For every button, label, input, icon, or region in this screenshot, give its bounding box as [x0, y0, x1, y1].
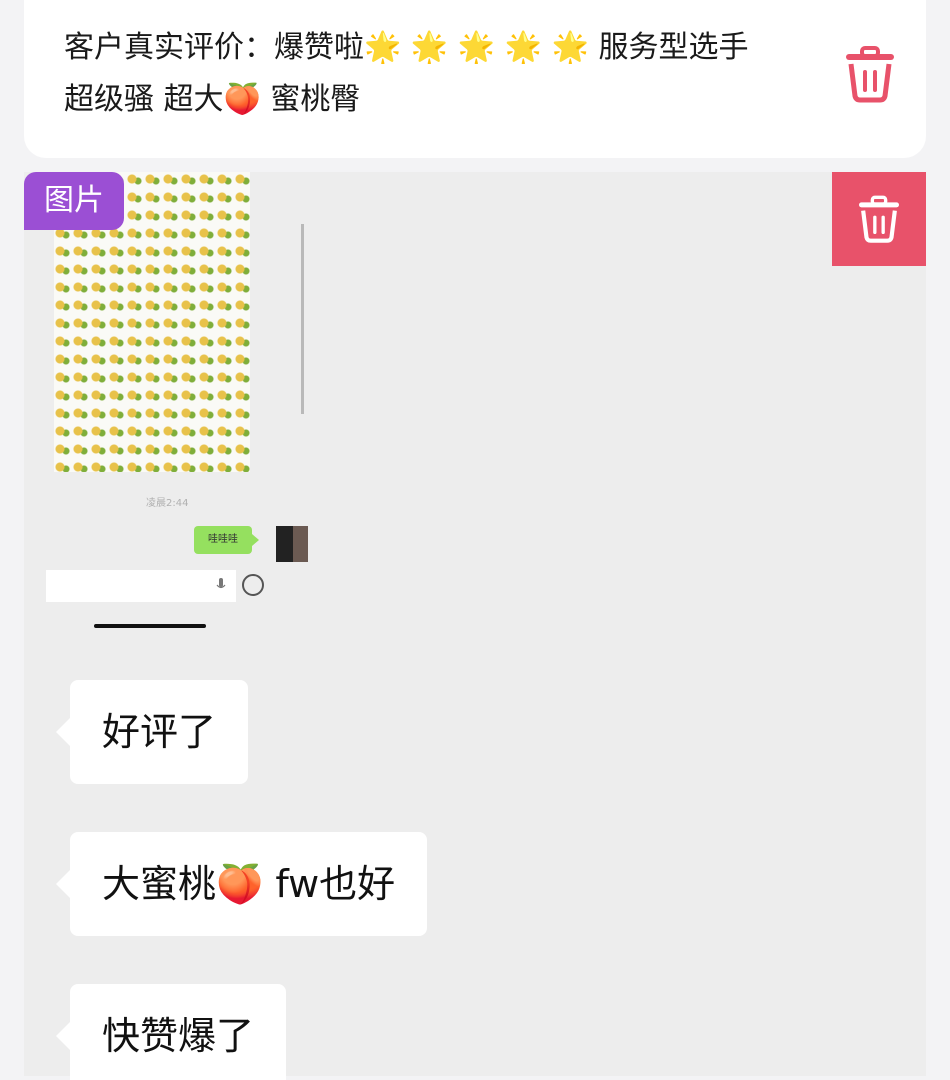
image-badge: 图片 — [24, 172, 124, 230]
message-bubble: 大蜜桃🍑 fw也好 — [55, 832, 428, 936]
review-card: 客户真实评价：爆赞啦🌟 🌟 🌟 🌟 🌟 服务型选手 超级骚 超大🍑 蜜桃臀 — [24, 0, 926, 158]
sent-bubble-tail — [252, 534, 259, 546]
message-time: 凌晨2:44 — [146, 498, 189, 509]
delete-image-button[interactable] — [832, 172, 926, 266]
trash-icon — [846, 46, 894, 103]
home-indicator — [94, 624, 206, 628]
message-bubble: 快赞爆了 — [55, 984, 287, 1080]
message-bubble: 好评了 — [55, 680, 249, 784]
smile-icon — [242, 574, 264, 596]
delete-text-button[interactable] — [840, 44, 900, 104]
image-attachment[interactable]: 凌晨2:44 哇哇哇 图片 好评了 大蜜桃🍑 fw也好 快赞爆了 — [24, 172, 926, 1080]
scrollbar — [301, 224, 304, 414]
chat-input — [46, 570, 236, 602]
avatar — [276, 526, 308, 562]
review-page: 客户真实评价：爆赞啦🌟 🌟 🌟 🌟 🌟 服务型选手 超级骚 超大🍑 蜜桃臀 凌晨… — [0, 0, 950, 1080]
trash-icon — [859, 195, 899, 243]
review-text: 客户真实评价：爆赞啦🌟 🌟 🌟 🌟 🌟 服务型选手 超级骚 超大🍑 蜜桃臀 — [64, 30, 749, 117]
sent-bubble: 哇哇哇 — [194, 526, 252, 554]
embedded-chat-screenshot: 凌晨2:44 哇哇哇 — [46, 172, 308, 634]
mic-icon — [216, 578, 226, 589]
